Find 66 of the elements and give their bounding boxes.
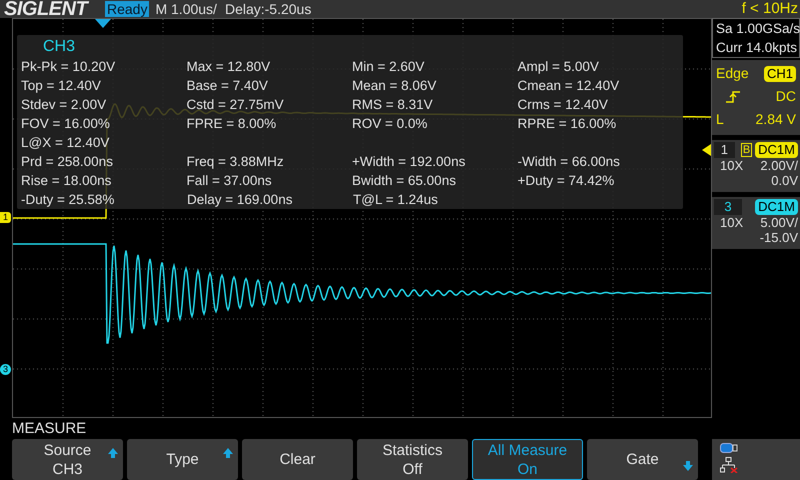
- measure-reading: RPRE = 16.00%: [518, 115, 618, 133]
- up-arrow-icon: [223, 448, 233, 458]
- coupling-badge: DC1M: [755, 142, 798, 158]
- measure-reading: L@X = 12.40V: [21, 134, 110, 152]
- measure-reading: Cmean = 12.40V: [518, 77, 620, 95]
- menu-button[interactable]: Statistics Off: [357, 439, 468, 480]
- vertical-scale: 2.00V/: [760, 158, 798, 173]
- measure-reading: Delay = 169.00ns: [187, 191, 294, 209]
- measure-reading: Fall = 37.00ns: [186, 172, 273, 190]
- memory-depth: Curr 14.0kpts: [716, 39, 796, 57]
- vertical-scale: 5.00V/: [760, 215, 798, 230]
- measure-reading: Base = 7.40V: [186, 77, 269, 95]
- channel-marker: 3: [0, 364, 11, 375]
- usb-device-icon: [720, 442, 738, 454]
- measure-reading: +Duty = 74.42%: [518, 172, 616, 190]
- channel-number: 3: [714, 199, 742, 215]
- menu-button[interactable]: Gate: [587, 439, 698, 480]
- menu-button[interactable]: Source CH3: [12, 439, 123, 480]
- measure-reading: FPRE = 8.00%: [186, 115, 278, 133]
- measure-reading: -Width = 66.00ns: [518, 153, 621, 171]
- menu-title: MEASURE: [11, 419, 88, 439]
- trigger-level-value: 2.84 V: [756, 110, 796, 129]
- bandwidth-limit-badge: B: [740, 143, 752, 157]
- measure-reading: T@L = 1.24us: [353, 191, 439, 209]
- measure-reading: -Duty = 25.58%: [21, 191, 116, 209]
- vertical-offset: -15.0V: [760, 230, 798, 245]
- measure-reading: FOV = 16.00%: [21, 115, 111, 133]
- coupling-badge: DC1M: [755, 199, 798, 215]
- measure-reading: +Width = 192.00ns: [352, 153, 466, 171]
- measure-source: CH3: [42, 37, 76, 57]
- trigger-type: Edge: [716, 64, 749, 83]
- measure-reading: Pk-Pk = 10.20V: [21, 58, 116, 76]
- measure-reading: Crms = 12.40V: [518, 96, 609, 114]
- down-arrow-icon: [683, 461, 693, 471]
- menu-button[interactable]: Type: [127, 439, 238, 480]
- measure-reading: Rise = 18.00ns: [21, 172, 112, 190]
- trigger-level-label: L: [716, 110, 724, 129]
- measure-reading: RMS = 8.31V: [352, 96, 434, 114]
- brand-logo: SIGLENT: [3, 0, 90, 18]
- trigger-frequency: f < 10Hz: [742, 0, 799, 19]
- measure-reading: Mean = 8.06V: [352, 77, 438, 95]
- rising-edge-icon: [726, 90, 740, 104]
- measure-reading: Bwidth = 65.00ns: [352, 172, 457, 190]
- delay-label: Delay:-5.20us: [224, 0, 312, 19]
- measure-reading: Min = 2.60V: [352, 58, 426, 76]
- measure-reading: ROV = 0.0%: [352, 115, 428, 133]
- trigger-source-badge: CH1: [764, 66, 796, 82]
- vertical-offset: 0.0V: [771, 173, 798, 188]
- trigger-coupling: DC: [776, 87, 796, 106]
- network-disconnected-icon: [720, 457, 738, 473]
- measure-reading: Max = 12.80V: [186, 58, 272, 76]
- measure-reading: Prd = 258.00ns: [21, 153, 114, 171]
- timebase-label: M 1.00us/: [155, 0, 217, 18]
- probe-ratio: 10X: [719, 215, 744, 230]
- measure-reading: Freq = 3.88MHz: [186, 153, 285, 171]
- measure-reading: Ampl = 5.00V: [518, 58, 600, 76]
- channel-marker: 1: [0, 212, 11, 223]
- menu-button[interactable]: Clear: [242, 439, 353, 480]
- menu-button[interactable]: All Measure On: [472, 439, 583, 480]
- status-badge: Ready: [105, 1, 150, 17]
- measure-reading: Cstd = 27.75mV: [186, 96, 285, 114]
- channel-number: 1: [714, 142, 735, 158]
- probe-ratio: 10X: [719, 158, 744, 173]
- measure-reading: Top = 12.40V: [21, 77, 102, 95]
- measure-reading: Stdev = 2.00V: [21, 96, 108, 114]
- up-arrow-icon: [108, 448, 118, 458]
